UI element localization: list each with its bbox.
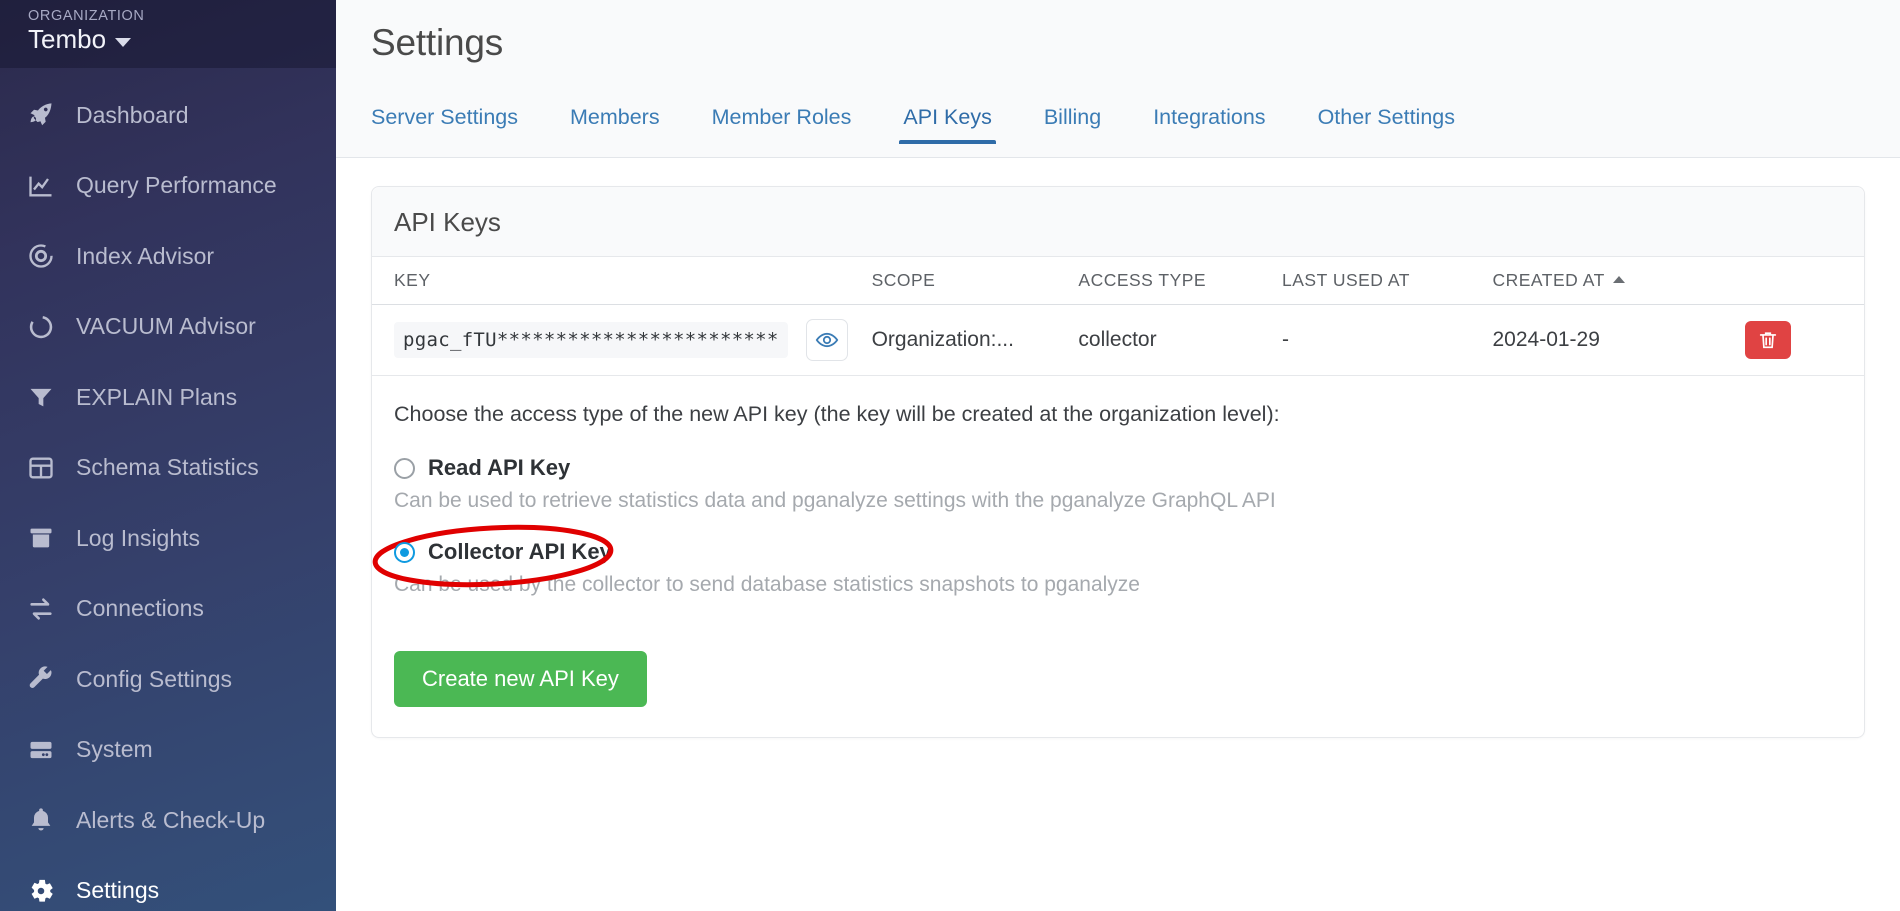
settings-tabs: Server Settings Members Member Roles API… [336, 86, 1900, 144]
table-body: pgac_fTU************************ Organiz… [372, 304, 1864, 376]
sidebar-item-config-settings[interactable]: Config Settings [0, 644, 336, 715]
sidebar-item-label: Log Insights [76, 524, 201, 551]
cell-access-type: collector [1078, 304, 1282, 376]
page-title: Settings [371, 22, 504, 63]
bell-icon [26, 805, 56, 835]
organization-label: ORGANIZATION [28, 8, 145, 24]
organization-switcher[interactable]: ORGANIZATION Tembo [0, 0, 336, 68]
radio-button-read-api-key[interactable] [394, 457, 415, 479]
sidebar-item-label: Connections [76, 595, 204, 622]
funnel-icon [26, 382, 56, 412]
api-keys-table: KEY SCOPE ACCESS TYPE LAST USED AT CREAT… [372, 257, 1864, 376]
table-icon [26, 453, 56, 483]
cell-scope: Organization:... [871, 304, 1079, 376]
wrench-icon [26, 664, 56, 694]
tab-members[interactable]: Members [544, 106, 686, 145]
radio-button-collector-api-key[interactable] [394, 541, 415, 563]
sidebar-nav: Dashboard Query Performance Index Adviso… [0, 68, 336, 911]
sidebar-item-system[interactable]: System [0, 715, 336, 786]
tab-member-roles[interactable]: Member Roles [686, 106, 878, 145]
sidebar-item-label: Index Advisor [76, 242, 215, 269]
create-api-key-form: Choose the access type of the new API ke… [372, 376, 1864, 737]
cell-last-used-at: - [1282, 304, 1493, 376]
circle-icon [26, 312, 56, 342]
radio-description-read-api-key: Can be used to retrieve statistics data … [394, 489, 1276, 512]
api-key-masked-value: pgac_fTU************************ [394, 322, 788, 358]
api-keys-card: API Keys KEY SCOPE ACCESS TYPE LAST USED… [371, 186, 1865, 738]
cell-created-at: 2024-01-29 [1492, 304, 1746, 376]
column-header-last-used-at[interactable]: LAST USED AT [1282, 257, 1493, 305]
eye-icon[interactable] [805, 319, 848, 361]
archive-icon [26, 523, 56, 553]
sidebar-item-settings[interactable]: Settings [0, 856, 336, 911]
sidebar-item-label: System [76, 736, 153, 763]
card-header: API Keys [372, 187, 1864, 257]
sidebar-item-schema-statistics[interactable]: Schema Statistics [0, 433, 336, 504]
radio-option-read-api-key[interactable]: Read API Key [394, 455, 1842, 481]
sidebar-item-label: VACUUM Advisor [76, 313, 256, 340]
sidebar-item-label: Settings [76, 877, 160, 904]
radio-description-collector-api-key: Can be used by the collector to send dat… [394, 573, 1140, 596]
sidebar-item-alerts-check-up[interactable]: Alerts & Check-Up [0, 785, 336, 856]
organization-name: Tembo [28, 24, 107, 54]
app-root: ORGANIZATION Tembo Dashboard Query Perfo… [0, 0, 1900, 911]
sidebar-item-vacuum-advisor[interactable]: VACUUM Advisor [0, 292, 336, 363]
chart-line-icon [26, 171, 56, 201]
tab-server-settings[interactable]: Server Settings [371, 106, 544, 145]
page-header: Settings Server Settings Members Member … [336, 0, 1900, 158]
caret-up-icon [1612, 276, 1625, 283]
table-head: KEY SCOPE ACCESS TYPE LAST USED AT CREAT… [372, 257, 1864, 305]
tab-billing[interactable]: Billing [1018, 106, 1127, 145]
sidebar-item-connections[interactable]: Connections [0, 574, 336, 645]
column-header-scope[interactable]: SCOPE [871, 257, 1079, 305]
sidebar-item-log-insights[interactable]: Log Insights [0, 503, 336, 574]
target-icon [26, 241, 56, 271]
sidebar: ORGANIZATION Tembo Dashboard Query Perfo… [0, 0, 336, 911]
sidebar-item-index-advisor[interactable]: Index Advisor [0, 221, 336, 292]
sidebar-item-label: Schema Statistics [76, 454, 259, 481]
column-header-created-at-label: CREATED AT [1492, 270, 1605, 290]
sidebar-item-explain-plans[interactable]: EXPLAIN Plans [0, 362, 336, 433]
column-header-key[interactable]: KEY [372, 257, 872, 305]
column-header-created-at[interactable]: CREATED AT [1492, 257, 1746, 305]
tab-api-keys[interactable]: API Keys [877, 106, 1017, 145]
delete-api-key-button[interactable] [1745, 321, 1792, 359]
table-header-row: KEY SCOPE ACCESS TYPE LAST USED AT CREAT… [372, 257, 1864, 305]
exchange-icon [26, 594, 56, 624]
cell-key: pgac_fTU************************ [372, 304, 872, 376]
sidebar-item-query-performance[interactable]: Query Performance [0, 151, 336, 222]
gear-icon [26, 876, 56, 906]
sidebar-item-label: Query Performance [76, 172, 277, 199]
sidebar-item-label: Config Settings [76, 665, 232, 692]
cell-actions [1745, 304, 1864, 376]
create-new-api-key-button[interactable]: Create new API Key [394, 651, 647, 707]
card-title: API Keys [394, 207, 501, 237]
tab-other-settings[interactable]: Other Settings [1292, 106, 1481, 145]
rocket-icon [26, 100, 56, 130]
radio-label-read-api-key[interactable]: Read API Key [428, 455, 570, 481]
column-header-access-type[interactable]: ACCESS TYPE [1078, 257, 1282, 305]
sidebar-item-label: Dashboard [76, 101, 189, 128]
content-area: API Keys KEY SCOPE ACCESS TYPE LAST USED… [336, 158, 1900, 738]
main-content: Settings Server Settings Members Member … [336, 0, 1900, 911]
sidebar-item-label: Alerts & Check-Up [76, 806, 266, 833]
chevron-down-icon [115, 37, 132, 47]
server-icon [26, 735, 56, 765]
radio-label-collector-api-key[interactable]: Collector API Key [428, 539, 612, 565]
form-prompt: Choose the access type of the new API ke… [394, 402, 1280, 426]
tab-integrations[interactable]: Integrations [1127, 106, 1291, 145]
column-header-actions [1745, 257, 1864, 305]
table-row: pgac_fTU************************ Organiz… [372, 304, 1864, 376]
radio-option-collector-api-key[interactable]: Collector API Key [372, 524, 1842, 588]
sidebar-item-label: EXPLAIN Plans [76, 383, 238, 410]
sidebar-item-dashboard[interactable]: Dashboard [0, 80, 336, 151]
